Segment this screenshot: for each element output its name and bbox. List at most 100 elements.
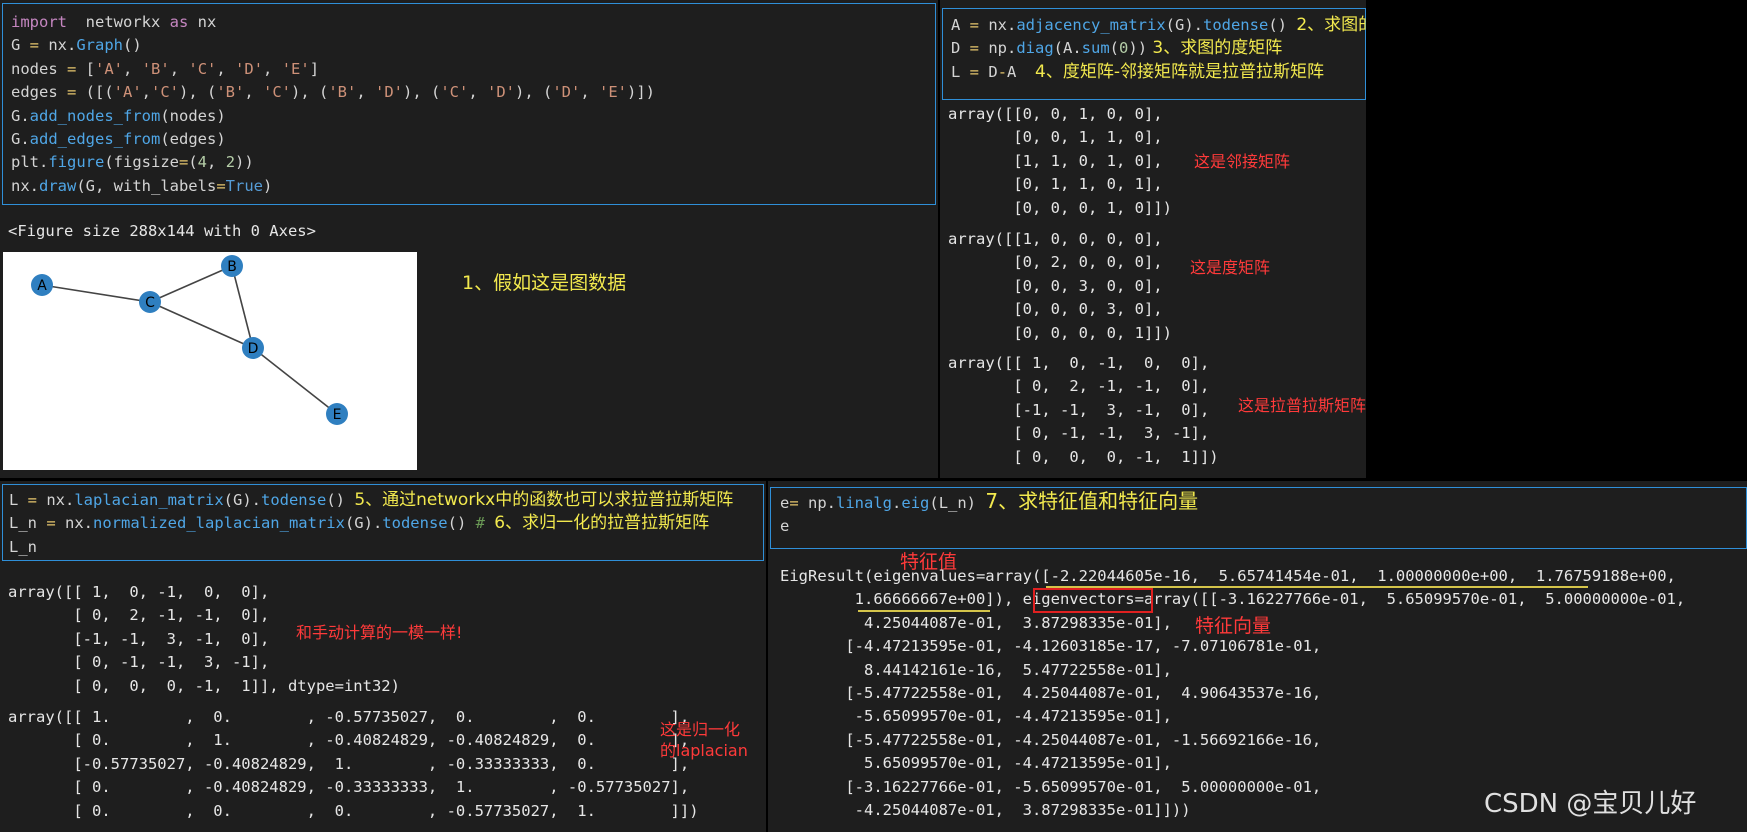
- watermark: CSDN @宝贝儿好: [1484, 789, 1697, 819]
- code-cell-eigen[interactable]: e= np.linalg.eig(L_n) 7、求特征值和特征向量 e: [770, 487, 1747, 549]
- code-token: 2: [225, 153, 236, 172]
- code-token: L: [9, 491, 28, 509]
- code-token: (G).: [1165, 16, 1203, 34]
- code-token: ,: [263, 59, 282, 78]
- code-token: ,: [141, 83, 152, 102]
- code-cell-matrices[interactable]: A = nx.adjacency_matrix(G).todense() 2、求…: [942, 8, 1366, 100]
- graph-edge: [231, 265, 254, 349]
- code-token: (): [326, 491, 355, 509]
- code-laplacian[interactable]: L = nx.laplacian_matrix(G).todense() 5、通…: [9, 489, 733, 559]
- code-line: e: [780, 515, 1198, 538]
- code-token: 'D': [487, 83, 516, 102]
- svg-text:D: D: [248, 341, 259, 357]
- code-token: ), (: [515, 83, 553, 102]
- code-token: G.: [11, 130, 30, 149]
- code-line: L_n = nx.normalized_laplacian_matrix(G).…: [9, 512, 733, 535]
- panel-networkx-laplacian: L = nx.laplacian_matrix(G).todense() 5、通…: [0, 481, 766, 832]
- code-token: 'C': [440, 83, 469, 102]
- graph-node-e: E: [326, 403, 348, 425]
- graph-edge: [149, 301, 254, 349]
- code-token: 'A': [95, 59, 124, 78]
- code-token: (): [1268, 16, 1297, 34]
- code-token: (: [188, 153, 198, 172]
- code-token: 'B': [141, 59, 170, 78]
- adjacency-matrix-output: array([[0, 0, 1, 0, 0], [0, 0, 1, 1, 0],…: [948, 105, 1172, 217]
- code-token: (: [1109, 39, 1120, 58]
- code-token: )): [235, 153, 254, 172]
- code-token: (): [123, 36, 142, 55]
- highlight-eigenvectors: [1033, 588, 1153, 613]
- code-token: D: [979, 62, 998, 81]
- code-token: todense: [382, 514, 448, 533]
- code-token: 4、度矩阵-邻接矩阵就是拉普拉斯矩阵: [1035, 61, 1324, 82]
- code-token: )): [1128, 39, 1148, 58]
- code-token: edges: [11, 83, 67, 102]
- code-line: e= np.linalg.eig(L_n) 7、求特征值和特征向量: [780, 489, 1199, 515]
- code-token: 0: [1119, 39, 1129, 58]
- code-token: L_n: [9, 514, 47, 533]
- note-laplacian: 这是拉普拉斯矩阵: [1238, 396, 1366, 415]
- code-token: 'A': [113, 83, 142, 102]
- code-line: import networkx as nx: [11, 11, 655, 34]
- code-token: =: [969, 39, 980, 58]
- code-line: L = nx.laplacian_matrix(G).todense() 5、通…: [9, 489, 733, 512]
- code-token: 3、求图的度矩阵: [1147, 38, 1283, 59]
- code-token: =: [67, 83, 77, 102]
- code-token: ,: [356, 83, 376, 102]
- graph-node-b: B: [221, 255, 243, 277]
- code-eigen[interactable]: e= np.linalg.eig(L_n) 7、求特征值和特征向量 e: [780, 489, 1199, 539]
- svg-text:E: E: [333, 407, 342, 423]
- code-graph-definition[interactable]: import networkx as nx G = nx.Graph() nodes…: [11, 11, 655, 198]
- code-token: (nodes): [160, 106, 226, 125]
- code-token: 'D': [552, 83, 581, 102]
- code-token: (A.: [1053, 39, 1082, 58]
- code-token: np.: [979, 39, 1017, 58]
- code-token: adjacency_matrix: [1016, 16, 1166, 34]
- code-token: (): [447, 514, 476, 533]
- code-token: ,: [216, 59, 236, 78]
- code-token: =: [27, 491, 38, 509]
- code-token: [: [76, 59, 96, 78]
- code-token: =: [789, 494, 799, 512]
- code-cell-laplacian[interactable]: L = nx.laplacian_matrix(G).todense() 5、通…: [2, 484, 764, 561]
- code-token: 7、求特征值和特征向量: [985, 489, 1199, 513]
- graph-node-c: C: [139, 291, 161, 313]
- code-token: 'D': [375, 83, 404, 102]
- note-adjacency: 这是邻接矩阵: [1194, 152, 1291, 171]
- code-token: diag: [1016, 39, 1054, 58]
- code-token: )]): [627, 83, 656, 102]
- panel-graph-definition: import networkx as nx G = nx.Graph() nodes…: [0, 0, 938, 478]
- code-token: 'C': [151, 83, 180, 102]
- code-token: nx.: [39, 36, 77, 55]
- code-token: ,: [244, 83, 264, 102]
- code-token: ]: [309, 59, 320, 78]
- code-token: e: [780, 517, 790, 536]
- code-token: Graph: [76, 36, 124, 55]
- code-line: A = nx.adjacency_matrix(G).todense() 2、求…: [951, 14, 1366, 37]
- code-token: sum: [1081, 39, 1110, 58]
- code-token: (G).: [223, 491, 261, 509]
- graph-edges: [41, 265, 338, 415]
- code-line: G = nx.Graph(): [11, 34, 655, 57]
- panel-matrix-calc: A = nx.adjacency_matrix(G).todense() 2、求…: [940, 0, 1366, 478]
- code-token: 'C': [263, 83, 292, 102]
- code-token: ,: [207, 153, 226, 172]
- note-normalized: 这是归一化 的laplacian: [660, 720, 748, 760]
- code-line: nodes = ['A', 'B', 'C', 'D', 'E']: [11, 58, 655, 81]
- code-token: ,: [580, 83, 600, 102]
- code-line: L_n: [9, 536, 733, 559]
- svg-text:A: A: [37, 278, 47, 294]
- code-token: eig: [901, 494, 930, 512]
- code-token: A: [951, 16, 970, 34]
- network-graph-figure: A B C D E: [3, 252, 417, 470]
- code-token: draw: [39, 176, 77, 195]
- code-token: import: [11, 13, 67, 31]
- code-token: nx.: [979, 16, 1017, 34]
- code-token: add_edges_from: [29, 130, 161, 149]
- code-token: as: [169, 13, 189, 31]
- code-matrix-calc[interactable]: A = nx.adjacency_matrix(G).todense() 2、求…: [951, 14, 1366, 84]
- code-token: ,: [468, 83, 488, 102]
- code-token: 'D': [235, 59, 264, 78]
- code-cell-graph[interactable]: import networkx as nx G = nx.Graph() nodes…: [2, 3, 936, 205]
- note-degree: 这是度矩阵: [1190, 258, 1271, 277]
